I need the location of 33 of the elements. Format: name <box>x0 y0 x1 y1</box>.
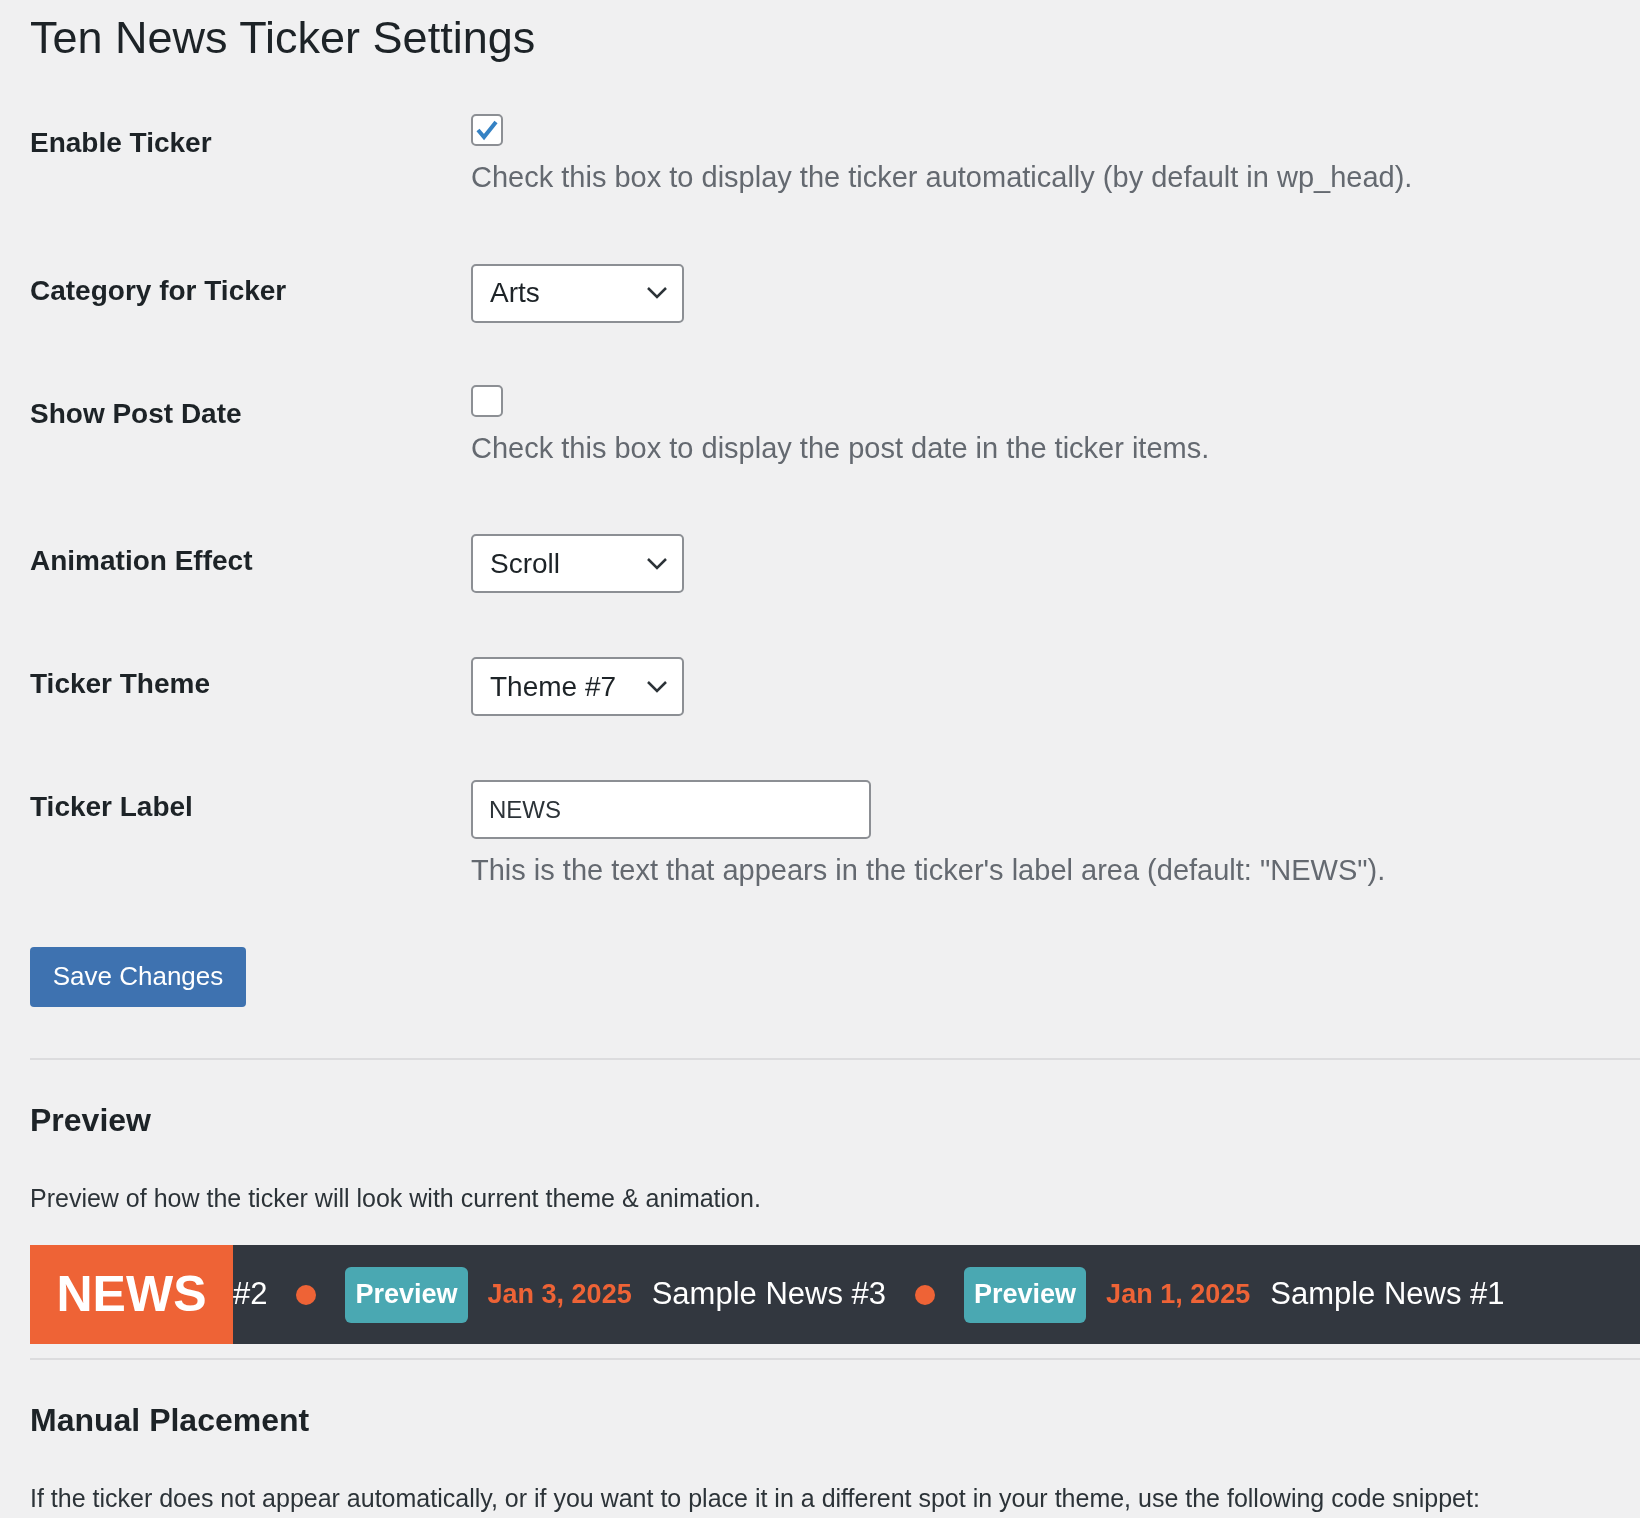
save-button[interactable]: Save Changes <box>30 946 246 1007</box>
checkbox[interactable] <box>471 384 503 417</box>
page-title: Ten News Ticker Settings <box>30 12 537 64</box>
section-heading: Manual Placement <box>30 1401 311 1440</box>
chevron-down-icon <box>646 679 668 694</box>
dropdown[interactable]: Scroll <box>471 534 684 593</box>
field-description: This is the text that appears in the ticker's label area (default: "NEWS"). <box>471 853 1386 888</box>
headline-text: Sample News #3 <box>651 1275 887 1314</box>
chevron-down-icon <box>646 556 668 571</box>
post-date: Jan 3, 2025 <box>487 1278 632 1312</box>
text-input[interactable]: NEWS <box>471 780 871 839</box>
preview-badge: Preview <box>345 1266 468 1323</box>
dropdown[interactable]: Theme #7 <box>471 657 684 716</box>
field-label: Ticker Theme <box>30 667 212 701</box>
field-label: Animation Effect <box>30 544 254 578</box>
field-description: Check this box to display the post date in the ticker items. <box>471 430 1210 466</box>
section-description: Preview of how the ticker will look with current theme & animation. <box>30 1182 762 1214</box>
field-label: Enable Ticker <box>30 126 213 160</box>
section-description: If the ticker does not appear automatically, or if you want to place it in a different spot in your theme, use the following code snippet: <box>30 1483 1481 1514</box>
field-label: Ticker Label <box>30 790 194 824</box>
field-description: Check this box to display the ticker automatically (by default in wp_head). <box>471 160 1413 195</box>
headline-text: Sample News #1 <box>1270 1275 1505 1314</box>
field-label: Category for Ticker <box>30 273 288 308</box>
dropdown[interactable]: Arts <box>471 263 684 323</box>
field-label: Show Post Date <box>30 396 243 431</box>
preview-badge: Preview <box>964 1266 1087 1323</box>
checkmark-icon <box>475 119 499 141</box>
post-date: Jan 1, 2025 <box>1106 1278 1251 1312</box>
headline-text: #2 <box>233 1275 268 1314</box>
ticker-label: NEWS <box>30 1245 233 1344</box>
chevron-down-icon <box>646 286 668 300</box>
section-heading: Preview <box>30 1100 152 1140</box>
checkbox[interactable] <box>471 114 503 146</box>
